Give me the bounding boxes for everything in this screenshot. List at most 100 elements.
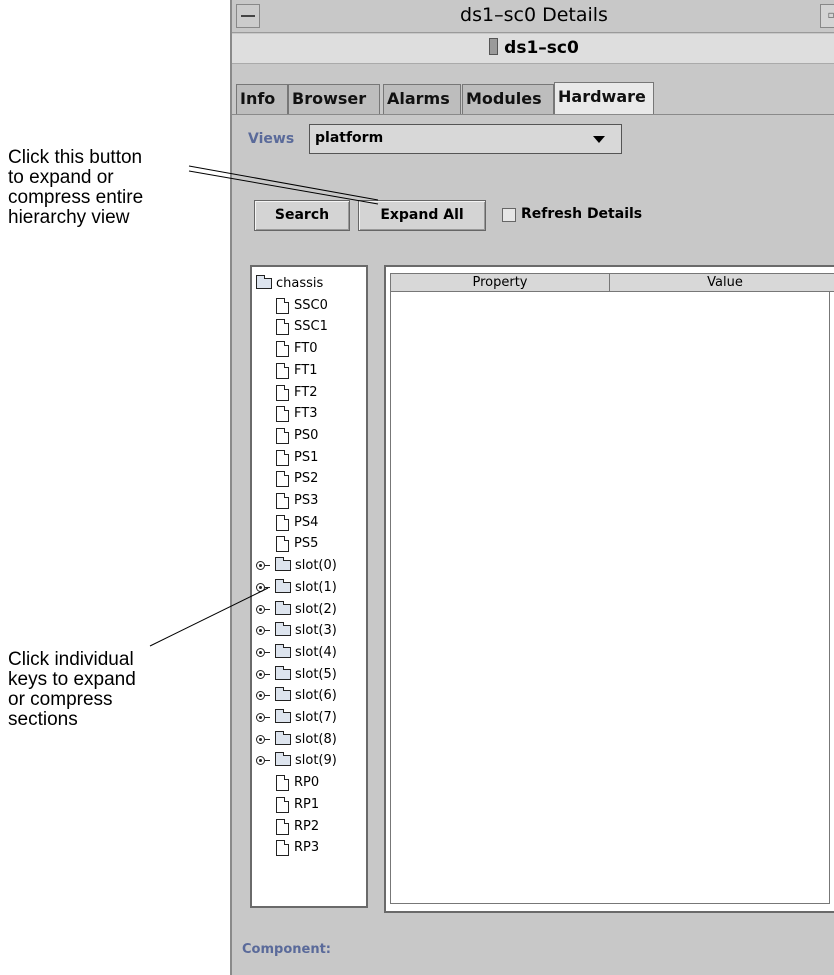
expand-key-icon[interactable] bbox=[256, 582, 270, 592]
tree-node[interactable]: SSC0 bbox=[252, 295, 364, 317]
tree-node[interactable]: PS5 bbox=[252, 533, 364, 555]
tree-node[interactable]: FT1 bbox=[252, 360, 364, 382]
tree-node[interactable]: RP3 bbox=[252, 837, 364, 859]
document-icon bbox=[276, 406, 289, 423]
tree-node-label: PS1 bbox=[294, 449, 319, 465]
tree-node[interactable]: slot(2) bbox=[252, 599, 364, 621]
folder-icon bbox=[275, 557, 291, 572]
folder-icon bbox=[275, 643, 291, 658]
tree-node-label: PS0 bbox=[294, 427, 319, 443]
column-header-value[interactable]: Value bbox=[610, 274, 834, 291]
expand-key-icon[interactable] bbox=[256, 756, 270, 766]
tab-modules[interactable]: Modules bbox=[462, 84, 554, 114]
tree-node-label: RP1 bbox=[294, 796, 320, 812]
tree-node-label: slot(4) bbox=[295, 644, 337, 660]
tree-node[interactable]: slot(5) bbox=[252, 664, 364, 686]
folder-icon bbox=[275, 752, 291, 767]
tree-node[interactable]: PS0 bbox=[252, 425, 364, 447]
details-window: ds1–sc0 Details ▫ ds1–sc0 Info Browser A… bbox=[230, 0, 834, 975]
tab-browser[interactable]: Browser bbox=[288, 84, 380, 114]
folder-icon bbox=[275, 665, 291, 680]
expand-key-icon[interactable] bbox=[256, 669, 270, 679]
window-title: ds1–sc0 Details bbox=[460, 4, 608, 26]
tree-node-label: FT3 bbox=[294, 406, 318, 422]
views-selected-value: platform bbox=[315, 130, 384, 146]
search-button[interactable]: Search bbox=[254, 200, 350, 231]
tab-info[interactable]: Info bbox=[236, 84, 288, 114]
expand-key-icon[interactable] bbox=[256, 734, 270, 744]
table-header: Property Value bbox=[390, 273, 834, 292]
tree-node-label: slot(5) bbox=[295, 666, 337, 682]
tree-node-label: slot(2) bbox=[295, 601, 337, 617]
folder-icon bbox=[256, 275, 272, 289]
tree-node[interactable]: slot(7) bbox=[252, 707, 364, 729]
tree-node[interactable]: FT3 bbox=[252, 403, 364, 425]
server-icon bbox=[489, 38, 499, 55]
expand-key-icon[interactable] bbox=[256, 713, 270, 722]
chevron-down-icon[interactable] bbox=[593, 136, 605, 143]
tree-node[interactable]: slot(0) bbox=[252, 555, 364, 577]
document-icon bbox=[276, 775, 289, 792]
document-icon bbox=[276, 449, 289, 466]
expand-all-button[interactable]: Expand All bbox=[358, 200, 486, 231]
expand-key-icon[interactable] bbox=[256, 647, 270, 657]
tree-node-label: slot(8) bbox=[295, 731, 337, 747]
tree-node[interactable]: slot(1) bbox=[252, 577, 364, 599]
hierarchy-tree: chassis SSC0 SSC1 FT0 FT1 FT2 FT3 PS0 PS1 PS2 PS3 P… bbox=[250, 265, 368, 908]
tree-node[interactable]: slot(3) bbox=[252, 620, 364, 642]
expand-key-icon[interactable] bbox=[256, 626, 270, 636]
tree-node-label: RP2 bbox=[294, 818, 320, 834]
keys-callout: Click individual keys to expand or compr… bbox=[8, 649, 136, 730]
tree-node-label: SSC1 bbox=[294, 319, 328, 335]
tab-hardware[interactable]: Hardware bbox=[554, 82, 654, 114]
views-select[interactable]: platform bbox=[309, 124, 622, 154]
document-icon bbox=[276, 840, 289, 857]
tree-node-label: slot(6) bbox=[295, 688, 337, 704]
table-body bbox=[390, 292, 830, 904]
document-icon bbox=[276, 818, 289, 835]
tree-node-label: RP0 bbox=[294, 775, 320, 791]
tree-node-label: FT2 bbox=[294, 384, 318, 400]
tree-node-label: slot(7) bbox=[295, 710, 337, 725]
document-icon bbox=[276, 471, 289, 488]
folder-icon bbox=[275, 600, 291, 615]
document-icon bbox=[276, 384, 289, 401]
tree-node[interactable]: PS4 bbox=[252, 512, 364, 534]
tree-node[interactable]: RP1 bbox=[252, 794, 364, 816]
document-icon bbox=[276, 536, 289, 553]
tree-node[interactable]: SSC1 bbox=[252, 316, 364, 338]
tree-node-label: slot(9) bbox=[295, 753, 337, 769]
refresh-details-checkbox[interactable] bbox=[502, 208, 516, 222]
minimize-icon[interactable]: ▫ bbox=[820, 4, 834, 28]
tree-node[interactable]: RP0 bbox=[252, 772, 364, 794]
document-icon bbox=[276, 796, 289, 813]
tree-node-label: PS2 bbox=[294, 471, 319, 487]
tree-node[interactable]: slot(9) bbox=[252, 750, 364, 772]
tree-node[interactable]: PS1 bbox=[252, 447, 364, 469]
tree-node[interactable]: slot(4) bbox=[252, 642, 364, 664]
tree-node[interactable]: FT2 bbox=[252, 382, 364, 404]
tree-node[interactable]: PS3 bbox=[252, 490, 364, 512]
tab-alarms[interactable]: Alarms bbox=[383, 84, 461, 114]
tree-node[interactable]: FT0 bbox=[252, 338, 364, 360]
folder-icon bbox=[275, 578, 291, 593]
expand-key-icon[interactable] bbox=[256, 604, 270, 614]
expand-all-callout: Click this button to expand or compress … bbox=[8, 147, 144, 228]
host-name: ds1–sc0 bbox=[504, 38, 579, 58]
column-header-property[interactable]: Property bbox=[391, 274, 610, 291]
tree-node[interactable]: chassis bbox=[252, 273, 364, 295]
folder-icon bbox=[275, 622, 291, 637]
tree-node[interactable]: slot(6) bbox=[252, 685, 364, 707]
expand-key-icon[interactable] bbox=[256, 691, 270, 701]
tree-node-label: PS3 bbox=[294, 493, 319, 508]
tree-node[interactable]: PS2 bbox=[252, 468, 364, 490]
expand-key-icon[interactable] bbox=[256, 561, 270, 571]
tree-node[interactable]: slot(8) bbox=[252, 729, 364, 751]
host-header: ds1–sc0 bbox=[232, 34, 834, 64]
tree-node-label: PS5 bbox=[294, 536, 319, 552]
tree-node[interactable]: RP2 bbox=[252, 816, 364, 838]
document-icon bbox=[276, 362, 289, 379]
tree-node-label: slot(1) bbox=[295, 579, 337, 595]
tree-node-label: SSC0 bbox=[294, 297, 328, 313]
tab-divider bbox=[232, 114, 834, 115]
